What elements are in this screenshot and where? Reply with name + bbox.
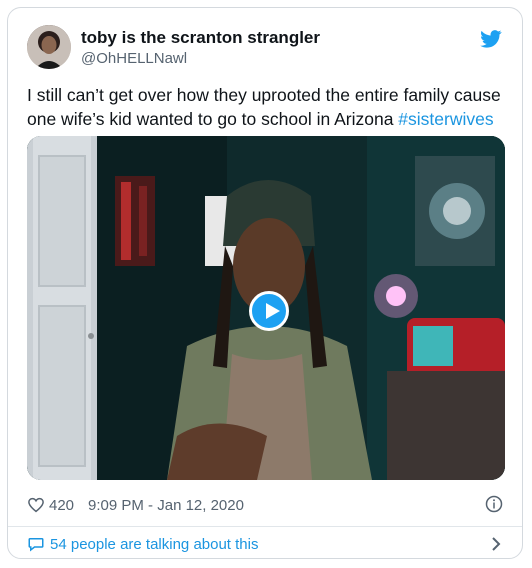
play-button[interactable] (249, 291, 289, 331)
timestamp[interactable]: 9:09 PM - Jan 12, 2020 (88, 497, 244, 514)
info-icon[interactable] (485, 495, 503, 513)
user-handle[interactable]: @OhHELLNawl (81, 50, 187, 67)
video-player[interactable] (27, 136, 505, 480)
hashtag-link[interactable]: #sisterwives (398, 109, 493, 129)
heart-icon[interactable] (27, 496, 45, 514)
talking-count-text: 54 people are talking about this (50, 535, 259, 553)
twitter-bird-icon[interactable] (480, 30, 502, 48)
conversation-link[interactable]: 54 people are talking about this (27, 535, 258, 553)
divider (8, 526, 522, 527)
tweet-card: toby is the scranton strangler @OhHELLNa… (7, 7, 523, 559)
speech-bubble-icon (28, 538, 44, 552)
display-name[interactable]: toby is the scranton strangler (81, 28, 320, 48)
avatar[interactable] (27, 25, 71, 69)
tweet-text: I still can’t get over how they uprooted… (27, 83, 507, 131)
chevron-right-icon[interactable] (490, 536, 502, 552)
like-count[interactable]: 420 (49, 497, 74, 514)
tweet-meta: 420 9:09 PM - Jan 12, 2020 (27, 495, 244, 515)
